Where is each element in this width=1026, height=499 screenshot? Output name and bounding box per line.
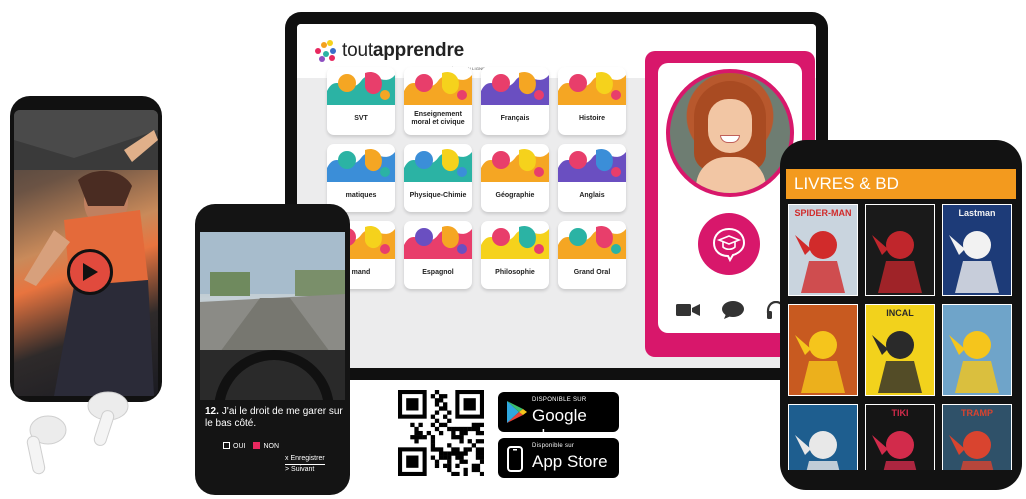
driving-photo (200, 232, 345, 400)
question-number: 12. (205, 406, 219, 417)
qr-code[interactable] (398, 390, 484, 476)
subject-illustration (558, 148, 626, 182)
comic-cover-title: Lastman (958, 208, 996, 218)
desktop-monitor: toutapprendre 1ʳᵉ BIBLIOTHÈQUE EN LIGNE … (285, 12, 828, 380)
tutor-request-button[interactable] (698, 213, 760, 275)
comic-cover-art (949, 231, 999, 293)
comic-cover-art (795, 331, 845, 393)
comic-grid: SPIDER-MAN Lastman INCAL TIKI TRAMP (786, 200, 1016, 470)
answer-oui[interactable]: OUI (223, 442, 245, 450)
subject-illustration (481, 71, 549, 105)
library-phone: LIVRES & BD SPIDER-MAN Lastman INCAL TIKI TR… (780, 140, 1022, 490)
subject-illustration (404, 71, 472, 105)
subject-label: Géographie (495, 192, 535, 199)
desktop-screen: toutapprendre 1ʳᵉ BIBLIOTHÈQUE EN LIGNE … (297, 24, 816, 368)
subject-illustration (327, 71, 395, 105)
subject-illustration (481, 148, 549, 182)
comic-cover[interactable]: TRAMP (942, 404, 1012, 470)
subject-label: Anglais (579, 192, 605, 199)
app-store-badge[interactable]: Disponible sur App Store (498, 438, 619, 478)
subject-label: Histoire (578, 115, 606, 122)
subject-tile[interactable]: Anglais (558, 144, 626, 212)
subject-illustration (558, 225, 626, 259)
comic-cover-art (872, 231, 922, 293)
subject-tile[interactable]: Espagnol (404, 221, 472, 289)
video-phone (10, 96, 162, 402)
chat-bubble-icon[interactable] (722, 301, 744, 319)
video-camera-icon[interactable] (676, 303, 700, 317)
smartphone-icon (507, 446, 523, 472)
subject-tile[interactable]: Histoire (558, 67, 626, 135)
comic-cover-title: INCAL (886, 308, 914, 318)
subject-tile[interactable]: Géographie (481, 144, 549, 212)
subject-tile[interactable]: SVT (327, 67, 395, 135)
subject-tile[interactable]: Enseignement moral et civique (404, 67, 472, 135)
play-button[interactable] (67, 249, 113, 295)
comic-cover[interactable] (942, 304, 1012, 396)
subject-illustration (404, 225, 472, 259)
subject-label: Philosophie (495, 269, 535, 276)
app-store-caption: Disponible sur (532, 443, 575, 449)
subject-label: SVT (354, 115, 368, 122)
subject-tile[interactable]: Physique-Chimie (404, 144, 472, 212)
google-play-icon (507, 401, 527, 423)
subject-label: Espagnol (422, 269, 454, 276)
comic-cover[interactable] (865, 204, 935, 296)
subject-illustration (481, 225, 549, 259)
logo-dots-icon (315, 40, 339, 62)
question-text: J'ai le droit de me garer sur le bas côt… (205, 406, 343, 429)
comic-cover-title: SPIDER-MAN (794, 208, 852, 218)
comic-cover[interactable]: SPIDER-MAN (788, 204, 858, 296)
subject-tile[interactable]: Grand Oral (558, 221, 626, 289)
logo-wordmark: toutapprendre (342, 40, 465, 61)
comic-cover[interactable] (788, 304, 858, 396)
app-store-label: App Store (532, 452, 608, 471)
earbuds-image (26, 391, 129, 475)
comic-cover-art (872, 331, 922, 393)
subject-illustration (404, 148, 472, 182)
quiz-question: 12. J'ai le droit de me garer sur le bas … (205, 406, 343, 430)
comic-cover[interactable]: INCAL (865, 304, 935, 396)
comic-cover-title: TRAMP (961, 408, 993, 418)
next-button[interactable]: > Suivant (285, 465, 325, 475)
subject-label: Français (500, 115, 530, 122)
subject-illustration (327, 148, 395, 182)
library-title: LIVRES & BD (786, 169, 1016, 199)
subject-illustration (558, 71, 626, 105)
subject-label: Grand Oral (573, 269, 611, 276)
subject-tile[interactable]: Philosophie (481, 221, 549, 289)
answer-non[interactable]: NON (253, 442, 279, 450)
comic-cover-title: TIKI (891, 408, 909, 418)
play-icon (83, 263, 98, 281)
comic-cover-art (795, 231, 845, 293)
comic-cover[interactable]: TIKI (865, 404, 935, 470)
subject-tile[interactable]: Français (481, 67, 549, 135)
comic-cover-art (795, 431, 840, 470)
tutor-avatar (666, 69, 794, 197)
subject-label: Enseignement moral et civique (411, 111, 465, 126)
video-thumbnail (14, 110, 158, 396)
quiz-phone: 12. J'ai le droit de me garer sur le bas … (195, 204, 350, 495)
subject-tile[interactable]: matiques (327, 144, 395, 212)
comic-cover-art (949, 331, 999, 393)
quiz-actions: x Enregistrer > Suivant (285, 454, 325, 475)
comic-cover[interactable]: Lastman (942, 204, 1012, 296)
toutapprendre-logo[interactable]: toutapprendre (315, 40, 464, 62)
save-button[interactable]: x Enregistrer (285, 454, 325, 465)
comic-cover[interactable] (788, 404, 858, 470)
google-play-badge[interactable]: DISPONIBLE SUR Google play (498, 392, 619, 445)
subject-label: Physique-Chimie (409, 192, 467, 199)
tutor-contact-icons (676, 301, 786, 319)
graduation-cap-icon (712, 227, 746, 263)
quiz-answers: OUI NON (223, 442, 279, 450)
google-play-caption: DISPONIBLE SUR (532, 397, 587, 403)
